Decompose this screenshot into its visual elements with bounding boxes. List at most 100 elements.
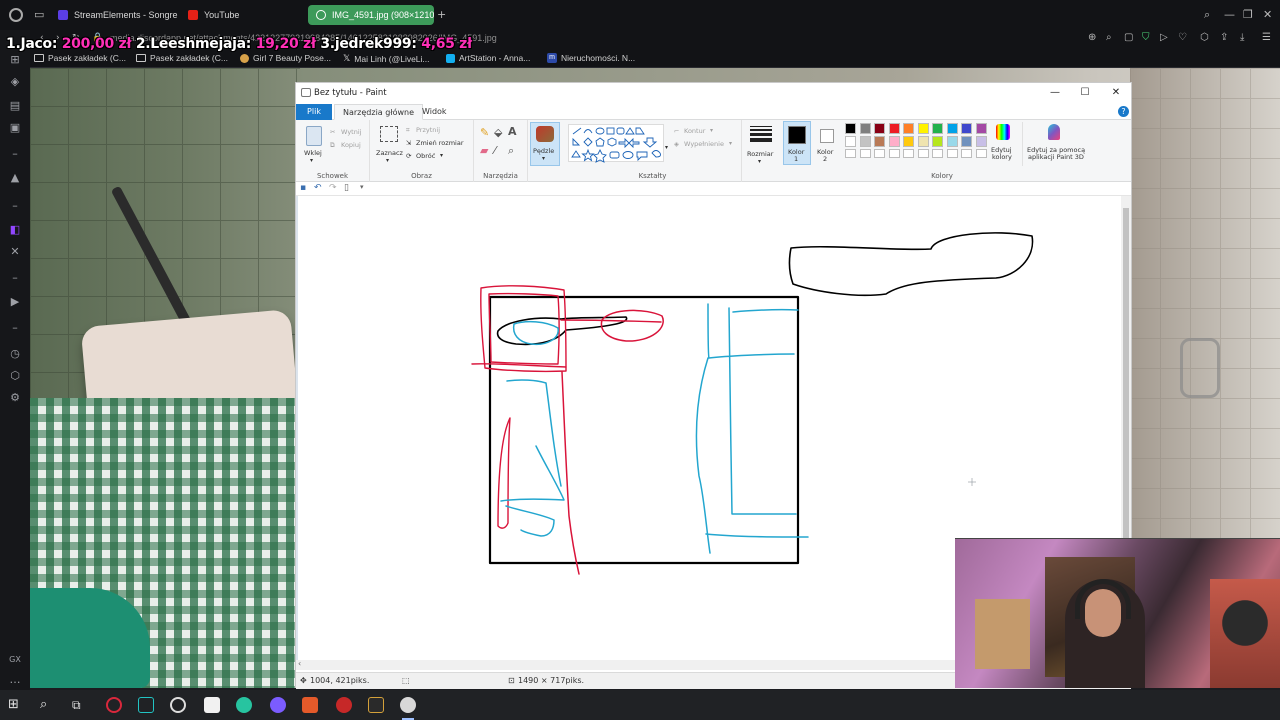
palette-swatch[interactable] <box>903 136 914 147</box>
new-tab-button[interactable]: + <box>437 8 446 21</box>
sidebar-player-icon[interactable]: ▶ <box>9 296 21 308</box>
shapes-gallery[interactable] <box>568 124 664 163</box>
twitch-icon[interactable]: ◧ <box>9 224 21 236</box>
palette-swatch[interactable] <box>946 123 958 134</box>
fill-icon[interactable]: ⬙ <box>494 126 502 139</box>
save-icon[interactable]: ▪ <box>300 183 306 193</box>
palette-swatch[interactable] <box>859 123 871 134</box>
paint-taskbar-icon[interactable] <box>400 697 416 713</box>
tab-image[interactable]: IMG_4591.jpg (908×1210) <box>308 5 434 25</box>
shield-icon[interactable]: ⛉ <box>1142 32 1150 43</box>
edge-taskbar-icon[interactable] <box>236 697 252 713</box>
close-icon[interactable]: ✕ <box>1263 8 1272 21</box>
pencil-icon[interactable]: ✎ <box>480 126 489 139</box>
palette-empty-swatch[interactable] <box>859 149 871 158</box>
select-icon[interactable] <box>380 126 398 142</box>
bookmark-item[interactable]: 𝕏 Mai Linh (@LiveLi... <box>343 53 430 64</box>
close-button[interactable]: ✕ <box>1104 86 1128 100</box>
color1-selector[interactable]: Kolor 1 <box>782 120 812 182</box>
play-icon[interactable]: ▷ <box>1160 32 1168 43</box>
horizontal-scrollbar[interactable]: ‹ <box>296 659 956 670</box>
paint-titlebar[interactable]: Bez tytułu - Paint — ☐ ✕ <box>296 83 1131 104</box>
palette-swatch[interactable] <box>903 123 914 134</box>
minimize-button[interactable]: — <box>1043 86 1067 100</box>
rotate-label[interactable]: Obróć <box>416 152 435 160</box>
new-file-icon[interactable]: ▯ <box>344 183 349 193</box>
sidebar-aria-icon[interactable]: ◈ <box>9 76 21 88</box>
palette-empty-swatch[interactable] <box>903 149 914 158</box>
tab-plik[interactable]: Plik <box>296 104 332 120</box>
select-label[interactable]: Zaznacz <box>376 149 403 157</box>
opera-gx-taskbar-icon[interactable] <box>106 697 122 713</box>
download-icon[interactable]: ⤓ <box>1240 32 1244 43</box>
resize-label[interactable]: Zmień rozmiar <box>416 139 464 147</box>
help-icon[interactable]: ? <box>1118 106 1129 117</box>
restore-icon[interactable]: ❐ <box>1243 8 1253 21</box>
zoom-icon[interactable]: ⊕ <box>1088 32 1096 43</box>
edit-colors-button[interactable]: Edytuj kolory <box>988 122 1018 166</box>
magnifier-icon[interactable]: ⌕ <box>508 144 514 158</box>
palette-empty-swatch[interactable] <box>888 149 900 158</box>
app-taskbar-icon[interactable] <box>138 697 154 713</box>
chat-taskbar-icon[interactable] <box>270 697 286 713</box>
palette-empty-swatch[interactable] <box>932 149 943 158</box>
gx-icon[interactable]: GX <box>9 654 21 666</box>
file-explorer-taskbar-icon[interactable] <box>204 697 220 713</box>
palette-swatch[interactable] <box>874 123 885 134</box>
paint3d-button[interactable]: Edytuj za pomocą aplikacji Paint 3D <box>1022 122 1088 166</box>
eraser-icon[interactable]: ▰ <box>480 144 488 157</box>
resize-icon[interactable]: ⇲ <box>406 139 411 147</box>
sidebar-add-icon[interactable]: ⊞ <box>9 54 21 66</box>
settings-icon[interactable]: ⚙ <box>9 392 21 404</box>
select-dropdown-icon[interactable]: ▾ <box>386 157 389 164</box>
bookmark-item[interactable]: m Nieruchomości. N... <box>547 53 635 63</box>
heart-icon[interactable]: ♡ <box>1178 32 1187 43</box>
sidebar-arrow-icon[interactable]: ▲ <box>9 172 21 184</box>
palette-swatch[interactable] <box>859 136 871 147</box>
brushes-button[interactable]: Pędzle ▾ <box>530 122 560 166</box>
sidebar-m-icon[interactable]: ▣ <box>9 122 21 134</box>
menu-icon[interactable]: ☰ <box>1262 32 1271 43</box>
color-picker-icon[interactable]: ⁄ <box>494 144 496 157</box>
vertical-scrollbar[interactable] <box>1121 196 1131 546</box>
maximize-button[interactable]: ☐ <box>1073 86 1097 100</box>
palette-swatch[interactable] <box>917 136 929 147</box>
palette-empty-swatch[interactable] <box>917 149 929 158</box>
palette-swatch[interactable] <box>845 123 856 134</box>
workspace-icon[interactable]: ▭ <box>34 8 44 21</box>
bookmark-item[interactable]: Girl 7 Beauty Pose... <box>240 53 331 63</box>
app3-taskbar-icon[interactable] <box>336 697 352 713</box>
palette-swatch[interactable] <box>932 123 943 134</box>
search-icon[interactable]: ⌕ <box>1204 8 1210 22</box>
palette-swatch[interactable] <box>917 123 929 134</box>
obs-taskbar-icon[interactable] <box>170 697 186 713</box>
tab-widok[interactable]: Widok <box>414 104 455 120</box>
palette-swatch[interactable] <box>961 123 972 134</box>
palette-swatch[interactable] <box>932 136 943 147</box>
bookmark-item[interactable]: Pasek zakładek (C... <box>34 53 126 63</box>
paste-icon[interactable] <box>306 126 322 146</box>
shapes-dropdown-icon[interactable]: ▾ <box>665 144 668 151</box>
rotate-icon[interactable]: ⟳ <box>406 152 411 160</box>
palette-swatch[interactable] <box>888 136 900 147</box>
palette-empty-swatch[interactable] <box>845 149 856 158</box>
app2-taskbar-icon[interactable] <box>302 697 318 713</box>
history-icon[interactable]: ◷ <box>9 348 21 360</box>
scroll-thumb[interactable] <box>1123 208 1129 538</box>
tab-youtube[interactable]: YouTube <box>180 5 308 25</box>
snapshot-icon[interactable]: ▢ <box>1124 32 1133 43</box>
league-taskbar-icon[interactable] <box>368 697 384 713</box>
color2-selector[interactable]: Kolor 2 <box>812 120 842 182</box>
sidebar-x-icon[interactable]: ✕ <box>9 246 21 258</box>
opera-logo-icon[interactable] <box>9 8 23 22</box>
windows-start-icon[interactable]: ⊞ <box>8 697 24 713</box>
taskbar-search-icon[interactable]: ⌕ <box>40 697 56 713</box>
palette-empty-swatch[interactable] <box>874 149 885 158</box>
palette-swatch[interactable] <box>845 136 856 147</box>
text-icon[interactable]: A <box>508 125 517 138</box>
palette-swatch[interactable] <box>946 136 958 147</box>
bookmark-item[interactable]: Pasek zakładek (C... <box>136 53 228 63</box>
palette-empty-swatch[interactable] <box>975 149 987 158</box>
rotate-dropdown-icon[interactable]: ▾ <box>440 152 443 159</box>
sidebar-more-icon[interactable]: … <box>9 674 21 686</box>
